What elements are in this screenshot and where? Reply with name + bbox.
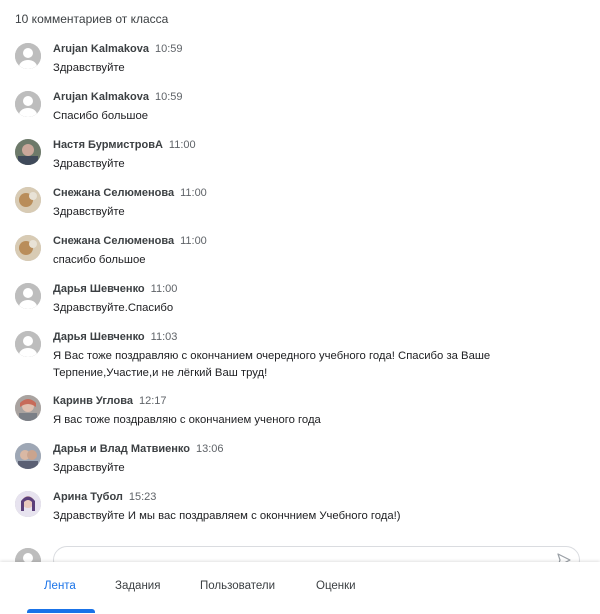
comment-list: Arujan Kalmakova 10:59 Здравствуйте Aruja…	[0, 38, 600, 534]
avatar-photo-icon[interactable]	[15, 443, 41, 469]
comment-item: Арина Тубол 15:23 Здравствуйте И мы вас п…	[0, 486, 600, 534]
avatar-default-icon[interactable]	[15, 91, 41, 117]
comment-author[interactable]: Arujan Kalmakova	[53, 91, 149, 103]
comment-author[interactable]: Дарья Шевченко	[53, 283, 145, 295]
tab-grades[interactable]: Оценки	[316, 580, 356, 592]
avatar-photo-icon[interactable]	[15, 235, 41, 261]
comment-time: 13:06	[195, 443, 224, 455]
active-tab-indicator	[27, 609, 95, 613]
comment-text: Здравствуйте	[53, 462, 125, 474]
comment-author[interactable]: Arujan Kalmakova	[53, 43, 149, 55]
comment-author[interactable]: Арина Тубол	[53, 491, 123, 503]
comment-item: Дарья и Влад Матвиенко 13:06 Здравствуйте	[0, 438, 600, 486]
comment-author[interactable]: Каринв Углова	[53, 395, 133, 407]
comment-author[interactable]: Дарья Шевченко	[53, 331, 145, 343]
comment-item: Настя БурмистровА 11:00 Здравствуйте	[0, 134, 600, 182]
tab-users[interactable]: Пользователи	[200, 580, 275, 592]
comment-text: Спасибо большое	[53, 110, 149, 122]
tab-feed[interactable]: Лента	[44, 580, 76, 592]
comment-text: Я вас тоже поздравляю с окончанием учено…	[53, 414, 321, 426]
comment-item: Дарья Шевченко 11:00 Здравствуйте.Спасибо	[0, 278, 600, 326]
comments-header: 10 комментариев от класса	[15, 12, 169, 26]
comment-item: Каринв Углова 12:17 Я вас тоже поздравляю…	[0, 390, 600, 438]
comment-text: Я Вас тоже поздравляю с окончанием очере…	[53, 350, 491, 379]
comment-text: Здравствуйте	[53, 62, 125, 74]
comment-author[interactable]: Настя БурмистровА	[53, 139, 163, 151]
comment-item: Arujan Kalmakova 10:59 Здравствуйте	[0, 38, 600, 86]
comment-author[interactable]: Дарья и Влад Матвиенко	[53, 443, 190, 455]
comment-author[interactable]: Снежана Селюменова	[53, 187, 174, 199]
comment-text: спасибо большое	[53, 254, 146, 266]
comment-author[interactable]: Снежана Селюменова	[53, 235, 174, 247]
comment-text: Здравствуйте	[53, 206, 125, 218]
comment-item: Arujan Kalmakova 10:59 Спасибо большое	[0, 86, 600, 134]
comment-time: 11:00	[180, 187, 207, 199]
avatar-default-icon[interactable]	[15, 331, 41, 357]
comment-time: 11:03	[150, 331, 178, 343]
comment-item: Дарья Шевченко 11:03 Я Вас тоже поздравля…	[0, 326, 600, 390]
bottom-tab-bar: Лента Задания Пользователи Оценки	[0, 562, 600, 614]
comment-text: Здравствуйте.Спасибо	[53, 302, 174, 314]
avatar-default-icon[interactable]	[15, 43, 41, 69]
comment-time: 15:23	[128, 491, 157, 503]
comment-time: 11:00	[180, 235, 207, 247]
avatar-default-icon[interactable]	[15, 283, 41, 309]
comment-time: 10:59	[154, 43, 183, 55]
avatar-photo-icon[interactable]	[15, 139, 41, 165]
comment-time: 12:17	[138, 395, 167, 407]
comment-item: Снежана Селюменова 11:00 Здравствуйте	[0, 182, 600, 230]
avatar-photo-icon[interactable]	[15, 395, 41, 421]
comment-time: 11:00	[168, 139, 196, 151]
comment-item: Снежана Селюменова 11:00 спасибо большое	[0, 230, 600, 278]
comment-text: Здравствуйте	[53, 158, 125, 170]
avatar-photo-icon[interactable]	[15, 491, 41, 517]
comment-time: 11:00	[150, 283, 178, 295]
avatar-photo-icon[interactable]	[15, 187, 41, 213]
comment-time: 10:59	[154, 91, 183, 103]
tab-assignments[interactable]: Задания	[115, 580, 160, 592]
comment-text: Здравствуйте И мы вас поздравляем с окон…	[53, 510, 401, 522]
